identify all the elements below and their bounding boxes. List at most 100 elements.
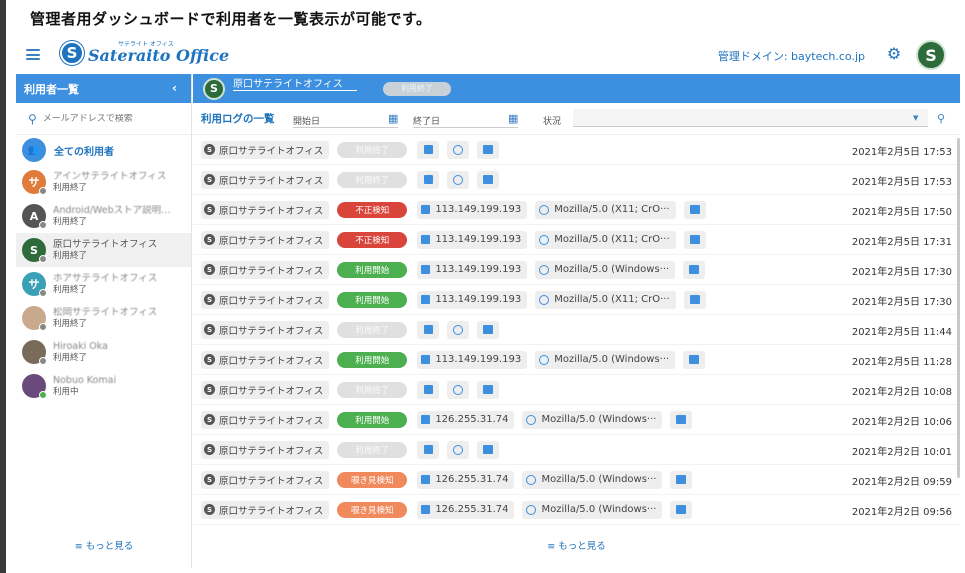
user-chip[interactable]: S 原口サテライトオフィス bbox=[201, 170, 330, 189]
app-logo[interactable]: S サテライト オフィス Sateraito Office bbox=[60, 41, 229, 65]
user-chip[interactable]: S 原口サテライトオフィス bbox=[201, 260, 330, 279]
image-icon bbox=[676, 475, 687, 484]
table-row[interactable]: S 原口サテライトオフィス 利用開始 113.149.199.193 Mozilla/5… bbox=[193, 285, 960, 315]
user-chip[interactable]: S 原口サテライトオフィス bbox=[201, 230, 330, 249]
user-chip[interactable]: S 原口サテライトオフィス bbox=[201, 470, 330, 489]
ip-chip[interactable]: 126.255.31.74 bbox=[417, 470, 515, 489]
email-search-input[interactable] bbox=[42, 113, 173, 124]
search-icon: ⚲ bbox=[28, 111, 37, 126]
user-icon: S bbox=[204, 474, 215, 485]
table-row[interactable]: S 原口サテライトオフィス 利用終了 2021年2月5日 17:53 bbox=[193, 135, 960, 165]
screenshot-button[interactable] bbox=[670, 410, 693, 429]
user-agent-chip[interactable]: Mozilla/5.0 (Windows··· bbox=[522, 410, 663, 429]
table-row[interactable]: S 原口サテライトオフィス 覗き見検知 126.255.31.74 Mozilla/5.… bbox=[193, 495, 960, 525]
user-chip[interactable]: S 原口サテライトオフィス bbox=[201, 290, 330, 309]
end-date-field[interactable] bbox=[413, 127, 518, 128]
sidebar-user-item[interactable]: A Android/Webストア説明… 利用終了 bbox=[16, 199, 191, 233]
sidebar-item-all-users[interactable]: 👥 全ての利用者 bbox=[16, 135, 191, 165]
chevron-left-icon[interactable]: ‹ bbox=[172, 81, 177, 95]
status-badge: 不正検知 bbox=[337, 201, 408, 218]
table-row[interactable]: S 原口サテライトオフィス 不正検知 113.149.199.193 Mozilla/5… bbox=[193, 225, 960, 255]
browser-icon bbox=[526, 414, 537, 425]
table-row[interactable]: S 原口サテライトオフィス 利用終了 2021年2月2日 10:08 bbox=[193, 375, 960, 405]
user-chip[interactable]: S 原口サテライトオフィス bbox=[201, 440, 330, 459]
user-agent-chip[interactable]: Mozilla/5.0 (Windows··· bbox=[522, 500, 663, 519]
user-agent-chip[interactable]: Mozilla/5.0 (X11; CrO··· bbox=[535, 230, 676, 249]
presence-dot bbox=[39, 187, 47, 195]
user-agent-chip[interactable]: Mozilla/5.0 (Windows··· bbox=[535, 350, 676, 369]
user-agent-chip[interactable]: Mozilla/5.0 (Windows··· bbox=[522, 470, 663, 489]
screenshot-button[interactable] bbox=[683, 230, 706, 249]
sidebar-user-item[interactable]: 松岡サテライトオフィス 利用終了 bbox=[16, 301, 191, 335]
table-row[interactable]: S 原口サテライトオフィス 利用終了 2021年2月5日 11:44 bbox=[193, 315, 960, 345]
sidebar-user-item[interactable]: サアインサテライトオフィス 利用終了 bbox=[16, 165, 191, 199]
screenshot-button[interactable] bbox=[683, 290, 706, 309]
sidebar-user-item[interactable]: Hiroaki Oka 利用終了 bbox=[16, 335, 191, 369]
screenshot-button[interactable] bbox=[477, 140, 500, 159]
scrollbar[interactable] bbox=[957, 138, 960, 478]
chevron-down-icon[interactable]: ▼ bbox=[913, 114, 918, 122]
user-agent-chip[interactable] bbox=[447, 440, 470, 459]
table-row[interactable]: S 原口サテライトオフィス 覗き見検知 126.255.31.74 Mozilla/5.… bbox=[193, 465, 960, 495]
user-chip[interactable]: S 原口サテライトオフィス bbox=[201, 320, 330, 339]
table-row[interactable]: S 原口サテライトオフィス 利用終了 2021年2月2日 10:01 bbox=[193, 435, 960, 465]
user-chip[interactable]: S 原口サテライトオフィス bbox=[201, 200, 330, 219]
user-agent-chip[interactable] bbox=[447, 170, 470, 189]
ip-chip[interactable]: 113.149.199.193 bbox=[417, 290, 528, 309]
ip-chip[interactable] bbox=[417, 140, 440, 159]
browser-icon bbox=[453, 384, 464, 395]
ip-chip[interactable]: 126.255.31.74 bbox=[417, 500, 515, 519]
sidebar-user-item[interactable]: S 原口サテライトオフィス 利用終了 bbox=[16, 233, 191, 267]
table-row[interactable]: S 原口サテライトオフィス 利用終了 2021年2月5日 17:53 bbox=[193, 165, 960, 195]
table-row[interactable]: S 原口サテライトオフィス 利用開始 126.255.31.74 Mozilla/5.0… bbox=[193, 405, 960, 435]
sidebar-more-button[interactable]: ≡ もっと見る bbox=[16, 538, 192, 552]
start-date-field[interactable] bbox=[293, 127, 398, 128]
user-status: 利用終了 bbox=[53, 250, 88, 261]
ip-chip[interactable]: 113.149.199.193 bbox=[417, 260, 528, 279]
user-agent-chip[interactable]: Mozilla/5.0 (X11; CrO··· bbox=[535, 290, 676, 309]
user-chip[interactable]: S 原口サテライトオフィス bbox=[201, 140, 330, 159]
calendar-icon[interactable]: ▦ bbox=[508, 112, 518, 125]
table-row[interactable]: S 原口サテライトオフィス 不正検知 113.149.199.193 Mozilla/5… bbox=[193, 195, 960, 225]
screenshot-button[interactable] bbox=[683, 350, 706, 369]
log-timestamp: 2021年2月2日 10:08 bbox=[851, 387, 952, 398]
avatar[interactable]: S bbox=[916, 40, 946, 70]
screenshot-button[interactable] bbox=[670, 500, 693, 519]
user-chip[interactable]: S 原口サテライトオフィス bbox=[201, 410, 330, 429]
table-row[interactable]: S 原口サテライトオフィス 利用開始 113.149.199.193 Mozilla/5… bbox=[193, 255, 960, 285]
sidebar-user-item[interactable]: サホアサテライトオフィス 利用終了 bbox=[16, 267, 191, 301]
ip-chip[interactable]: 113.149.199.193 bbox=[417, 230, 528, 249]
screenshot-button[interactable] bbox=[670, 470, 693, 489]
status-filter-select[interactable] bbox=[573, 109, 928, 127]
user-agent-chip[interactable] bbox=[447, 140, 470, 159]
screenshot-button[interactable] bbox=[477, 440, 500, 459]
user-chip[interactable]: S 原口サテライトオフィス bbox=[201, 380, 330, 399]
ip-chip[interactable] bbox=[417, 380, 440, 399]
avatar: S bbox=[22, 238, 47, 263]
screenshot-button[interactable] bbox=[683, 260, 706, 279]
ip-chip[interactable] bbox=[417, 440, 440, 459]
ip-chip[interactable]: 113.149.199.193 bbox=[417, 350, 528, 369]
user-agent-chip[interactable]: Mozilla/5.0 (Windows··· bbox=[535, 260, 676, 279]
user-agent-chip[interactable] bbox=[447, 320, 470, 339]
user-agent-chip[interactable] bbox=[447, 380, 470, 399]
screenshot-button[interactable] bbox=[477, 380, 500, 399]
gear-icon[interactable]: ⚙ bbox=[886, 46, 902, 62]
hamburger-icon[interactable] bbox=[26, 49, 40, 60]
ip-chip[interactable]: 126.255.31.74 bbox=[417, 410, 515, 429]
ip-chip[interactable] bbox=[417, 170, 440, 189]
log-more-button[interactable]: ≡ もっと見る bbox=[193, 538, 960, 552]
ip-chip[interactable] bbox=[417, 320, 440, 339]
user-chip[interactable]: S 原口サテライトオフィス bbox=[201, 500, 330, 519]
calendar-icon[interactable]: ▦ bbox=[388, 112, 398, 125]
search-icon[interactable]: ⚲ bbox=[937, 112, 945, 125]
sidebar-user-item[interactable]: Nobuo Komai 利用中 bbox=[16, 369, 191, 403]
user-chip[interactable]: S 原口サテライトオフィス bbox=[201, 350, 330, 369]
screenshot-button[interactable] bbox=[477, 320, 500, 339]
screenshot-button[interactable] bbox=[683, 200, 706, 219]
user-agent-chip[interactable]: Mozilla/5.0 (X11; CrO··· bbox=[535, 200, 676, 219]
image-icon bbox=[676, 415, 687, 424]
ip-chip[interactable]: 113.149.199.193 bbox=[417, 200, 528, 219]
screenshot-button[interactable] bbox=[477, 170, 500, 189]
table-row[interactable]: S 原口サテライトオフィス 利用開始 113.149.199.193 Mozilla/5… bbox=[193, 345, 960, 375]
